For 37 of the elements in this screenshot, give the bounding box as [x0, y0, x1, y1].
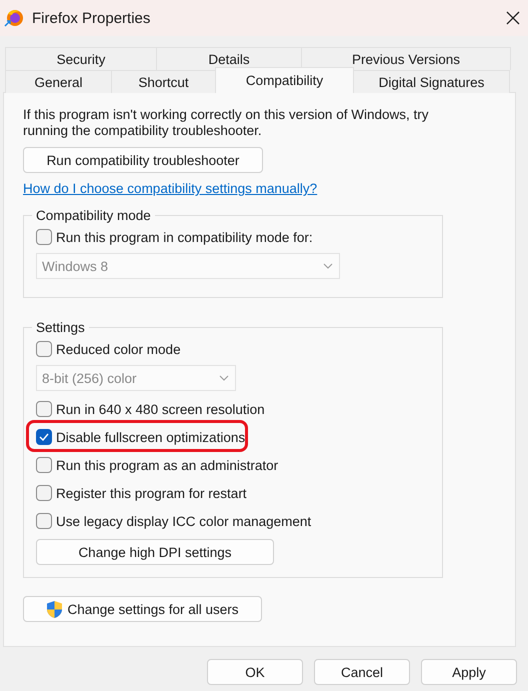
- shield-icon: [46, 600, 64, 618]
- checkbox-label: Run this program as an administrator: [56, 458, 278, 472]
- chevron-down-icon: [323, 263, 333, 269]
- tab[interactable]: Compatibility: [215, 67, 354, 93]
- checkbox[interactable]: [36, 485, 52, 501]
- tab[interactable]: Digital Signatures: [353, 70, 510, 93]
- checkbox-label: Register this program for restart: [56, 486, 247, 500]
- tab[interactable]: Security: [5, 47, 157, 70]
- checkbox-label: Use legacy display ICC color management: [56, 514, 312, 528]
- group-title: Settings: [35, 320, 86, 335]
- dialog-button[interactable]: OK: [207, 659, 303, 685]
- tab[interactable]: Previous Versions: [301, 47, 511, 70]
- dialog-button[interactable]: Apply: [421, 659, 517, 685]
- checkbox[interactable]: [36, 401, 52, 417]
- help-link[interactable]: How do I choose compatibility settings manually?: [23, 181, 318, 196]
- all-users-button[interactable]: Change settings for all users: [23, 596, 262, 622]
- checkbox-label: Reduced color mode: [56, 342, 181, 356]
- troubleshooter-button[interactable]: Run compatibility troubleshooter: [23, 147, 263, 173]
- firefox-icon: [4, 8, 24, 28]
- window-title: Firefox Properties: [32, 10, 152, 26]
- chevron-down-icon: [219, 375, 229, 381]
- checkbox[interactable]: [36, 229, 52, 245]
- checkbox[interactable]: [36, 513, 52, 529]
- dpi-settings-button[interactable]: Change high DPI settings: [36, 539, 274, 565]
- dialog-button[interactable]: Cancel: [314, 659, 410, 685]
- checkbox[interactable]: [36, 341, 52, 357]
- intro-text: If this program isn't working correctly on this version of Windows, try running the compatibility troubleshooter.: [23, 107, 430, 139]
- checkbox[interactable]: [36, 457, 52, 473]
- checkbox-label: Run this program in compatibility mode for:: [56, 230, 313, 244]
- checkbox[interactable]: [36, 429, 52, 445]
- tab[interactable]: General: [5, 70, 112, 93]
- checkbox-label: Disable fullscreen optimizations: [56, 430, 246, 444]
- checkbox-label: Run in 640 x 480 screen resolution: [56, 402, 265, 416]
- close-icon[interactable]: [506, 11, 520, 25]
- tab[interactable]: Shortcut: [111, 70, 216, 93]
- check-icon: [39, 433, 49, 441]
- group-title: Compatibility mode: [35, 208, 152, 223]
